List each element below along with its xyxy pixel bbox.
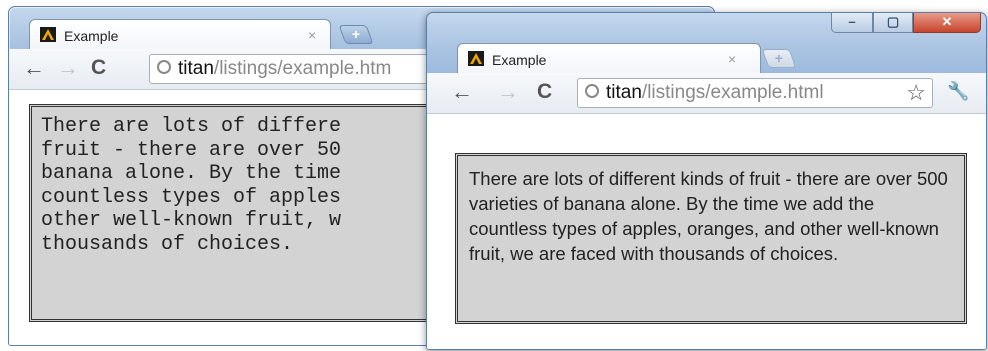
fruit-paragraph: There are lots of different kinds of fru… (469, 168, 948, 264)
forward-arrow-icon[interactable]: → (497, 81, 519, 103)
tab-close-icon[interactable]: × (308, 27, 316, 43)
url-host: titan (606, 82, 642, 103)
reload-icon[interactable]: C (537, 81, 552, 103)
tab-example[interactable]: Example × (457, 43, 761, 74)
reload-icon[interactable]: C (91, 57, 106, 79)
minimize-button[interactable]: – (831, 13, 873, 33)
address-bar-url: titan/listings/example.html (606, 82, 824, 104)
site-favicon-icon (468, 51, 484, 66)
fruit-panel: There are lots of different kinds of fru… (455, 153, 967, 324)
back-arrow-icon[interactable]: ← (451, 81, 473, 103)
back-arrow-icon[interactable]: ← (23, 57, 45, 79)
front-browser-window[interactable]: – ▢ ✕ Example × + ← → C titan/listings/e… (426, 12, 987, 350)
address-bar-url: titan/listings/example.htm (178, 58, 391, 80)
forward-arrow-icon[interactable]: → (57, 57, 79, 79)
tab-title: Example (64, 28, 119, 44)
url-host: titan (178, 58, 214, 79)
browser-toolbar: ← → C titan/listings/example.html ☆ 🔧 (427, 73, 986, 114)
page-viewport: There are lots of different kinds of fru… (427, 114, 986, 349)
globe-icon (585, 84, 599, 98)
close-icon: ✕ (941, 14, 953, 29)
tab-example[interactable]: Example × (29, 19, 331, 50)
address-bar[interactable]: titan/listings/example.html ☆ (577, 78, 933, 108)
url-path: /listings/example.htm (213, 58, 392, 79)
tab-title: Example (492, 52, 547, 68)
bookmark-star-icon[interactable]: ☆ (906, 80, 926, 106)
site-favicon-icon (40, 27, 56, 42)
maximize-icon: ▢ (886, 14, 900, 29)
plus-icon: + (774, 50, 783, 66)
maximize-button[interactable]: ▢ (873, 13, 913, 33)
minimize-icon: – (848, 14, 856, 29)
close-window-button[interactable]: ✕ (913, 13, 981, 33)
tab-close-icon[interactable]: × (728, 51, 736, 67)
plus-icon: + (351, 26, 360, 42)
url-path: /listings/example.html (641, 82, 824, 103)
wrench-icon[interactable]: 🔧 (947, 81, 969, 102)
new-tab-button[interactable]: + (761, 49, 797, 68)
new-tab-button[interactable]: + (338, 25, 374, 44)
globe-icon (157, 60, 171, 74)
